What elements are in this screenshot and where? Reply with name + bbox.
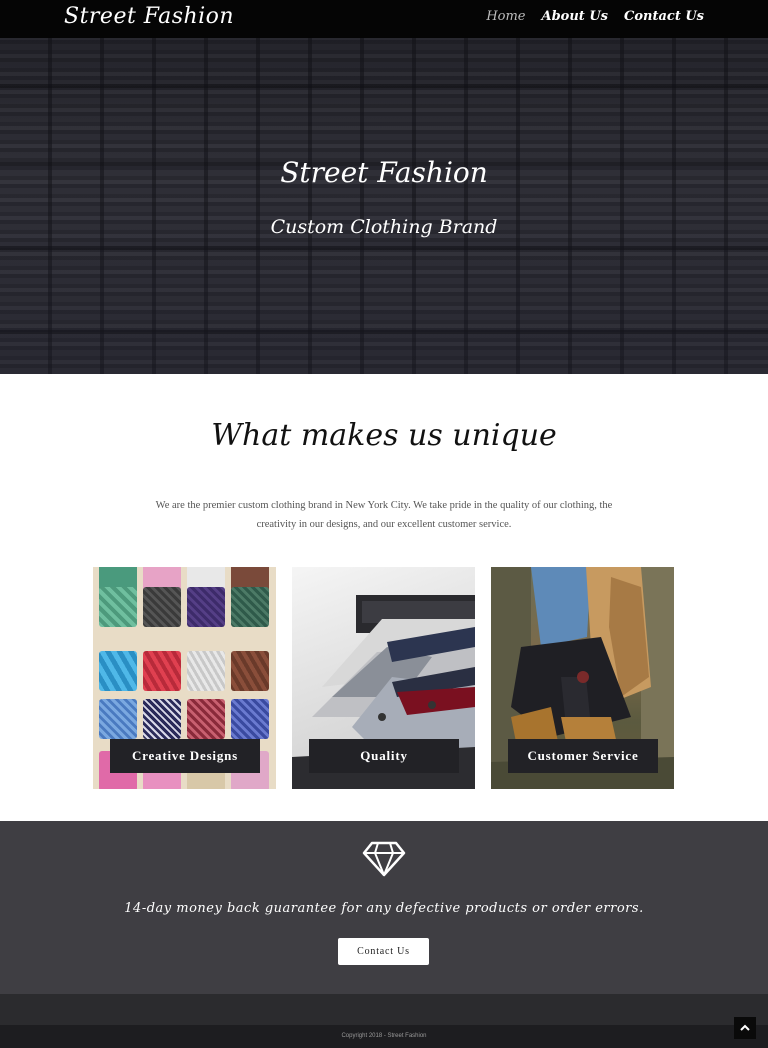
nav-link-home[interactable]: Home xyxy=(486,9,525,24)
hero-title: Street Fashion xyxy=(280,156,488,189)
copyright-text: Copyright 2018 - Street Fashion xyxy=(341,1033,427,1039)
card-label: Quality xyxy=(309,739,459,773)
card-label: Customer Service xyxy=(508,739,658,773)
diamond-icon xyxy=(362,841,406,877)
nav-link-contact-us[interactable]: Contact Us xyxy=(624,9,704,24)
nav-link-about-us[interactable]: About Us xyxy=(542,9,609,24)
guarantee-text: 14-day money back guarantee for any defe… xyxy=(124,901,644,916)
section-heading: What makes us unique xyxy=(211,418,557,453)
hero-subtitle: Custom Clothing Brand xyxy=(270,216,498,238)
hero-banner: Street Fashion Custom Clothing Brand xyxy=(0,38,768,374)
navbar: Street Fashion Home About Us Contact Us xyxy=(0,0,768,38)
footer-top-bar xyxy=(0,994,768,1025)
card-label: Creative Designs xyxy=(110,739,260,773)
guarantee-section: 14-day money back guarantee for any defe… xyxy=(0,821,768,994)
section-description: We are the premier custom clothing brand… xyxy=(155,500,613,530)
feature-card-creative-designs[interactable]: Creative Designs xyxy=(93,567,276,789)
feature-card-quality[interactable]: Quality xyxy=(292,567,475,789)
nav-links: Home About Us Contact Us xyxy=(486,9,704,24)
feature-card-customer-service[interactable]: Customer Service xyxy=(491,567,674,789)
contact-us-button[interactable]: Contact Us xyxy=(338,938,429,965)
brand-logo[interactable]: Street Fashion xyxy=(64,4,234,29)
chevron-up-icon xyxy=(740,1024,750,1031)
back-to-top-button[interactable] xyxy=(734,1017,756,1039)
feature-cards: Creative Designs Quality Customer Servic… xyxy=(93,567,674,789)
hero-overlay xyxy=(0,38,768,374)
